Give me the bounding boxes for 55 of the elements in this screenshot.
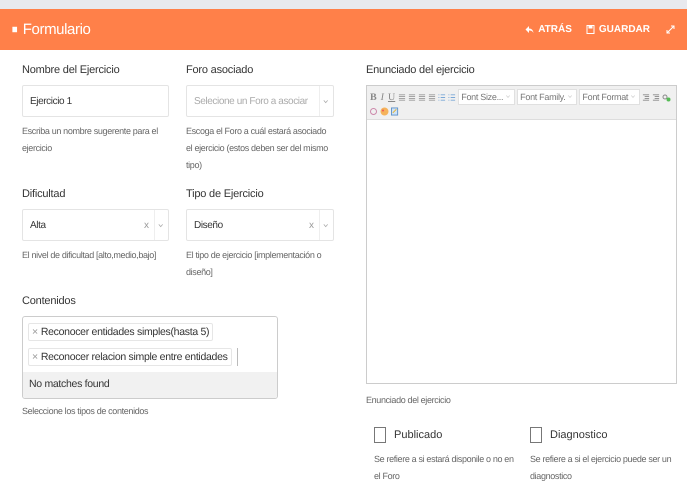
tag-chip[interactable]: × Reconocer entidades simples(hasta 5) — [28, 323, 214, 341]
field-label: Foro asociado — [186, 64, 254, 78]
outdent-icon — [642, 92, 650, 102]
no-matches-message: No matches found — [23, 372, 277, 398]
align-icon — [428, 92, 436, 102]
field-label: Enunciado del ejercicio — [366, 64, 476, 78]
remove-tag-button[interactable]: × — [32, 351, 38, 363]
text-field[interactable]: Ejercicio 1 — [22, 85, 169, 117]
outdent-icon — [652, 92, 660, 102]
format-button[interactable]: B — [369, 92, 378, 102]
back-button[interactable]: ATRÁS — [525, 24, 572, 35]
link-icon — [662, 92, 672, 102]
remove-tag-button[interactable]: × — [32, 326, 38, 338]
tag-chip[interactable]: × Reconocer relacion simple entre entidades — [28, 348, 232, 366]
select-field[interactable]: Diseño x — [186, 209, 334, 241]
field-label: Dificultad — [22, 188, 66, 202]
tag-label: Reconocer relacion simple entre entidades — [40, 351, 228, 363]
edit-document-icon — [391, 107, 399, 116]
clear-button[interactable]: x — [139, 220, 154, 230]
align-icon — [408, 92, 416, 102]
list-icon — [438, 92, 446, 102]
field-label: Contenidos — [22, 295, 77, 309]
select-field[interactable]: Alta x — [22, 209, 169, 241]
help-text: El tipo de ejercicio [implementación o diseño] — [186, 249, 322, 279]
multi-select-field[interactable]: × Reconocer entidades simples(hasta 5) × Reconocer relacion simple entre entidades No matches found — [22, 316, 278, 399]
help-text: Se refiere a si estará disponile o no en el Foro — [374, 453, 515, 483]
field-label: Nombre del Ejercicio — [22, 64, 120, 78]
font-dropdown[interactable]: Font Format — [579, 89, 640, 105]
help-text: Escoga el Foro a cuál estará asociado el ejercicio (estos deben ser del mismo tipo) — [186, 125, 329, 172]
clear-button[interactable]: x — [304, 220, 319, 230]
align-icon — [398, 92, 406, 102]
align-icon — [418, 92, 426, 102]
help-text: Seleccione los tipos de contenidos — [22, 405, 150, 418]
help-text: Se refiere a si el ejercicio puede ser un diagnostico — [530, 453, 672, 483]
field-label: Tipo de Ejercicio — [186, 188, 265, 202]
checkbox[interactable] — [374, 427, 386, 443]
reply-arrow-icon — [525, 25, 534, 34]
help-text: Escriba un nombre sugerente para el ejercicio — [22, 125, 159, 155]
font-dropdown[interactable]: Font Size... — [458, 89, 516, 105]
page-title: Formulario — [22, 21, 92, 38]
checkbox[interactable] — [530, 427, 542, 443]
palette-icon — [380, 107, 389, 116]
rich-text-editor[interactable]: B I U Font Size... Font Family. Font Format — [366, 85, 677, 384]
checkbox-label: Publicado — [394, 429, 442, 441]
checkbox-label: Diagnostico — [550, 429, 608, 441]
select-field[interactable]: Selecione un Foro a asociar — [186, 85, 334, 117]
expand-icon — [666, 24, 675, 34]
tag-label: Reconocer entidades simples(hasta 5) — [40, 326, 210, 338]
save-button[interactable]: GUARDAR — [586, 24, 650, 35]
help-text: El nivel de dificultad [alto,medio,bajo] — [22, 249, 158, 262]
help-text: Enunciado del ejercicio — [366, 394, 452, 407]
list-icon — [448, 92, 456, 102]
font-dropdown[interactable]: Font Family. — [517, 89, 578, 105]
format-button[interactable]: I — [380, 92, 386, 102]
format-button[interactable]: U — [387, 92, 396, 102]
